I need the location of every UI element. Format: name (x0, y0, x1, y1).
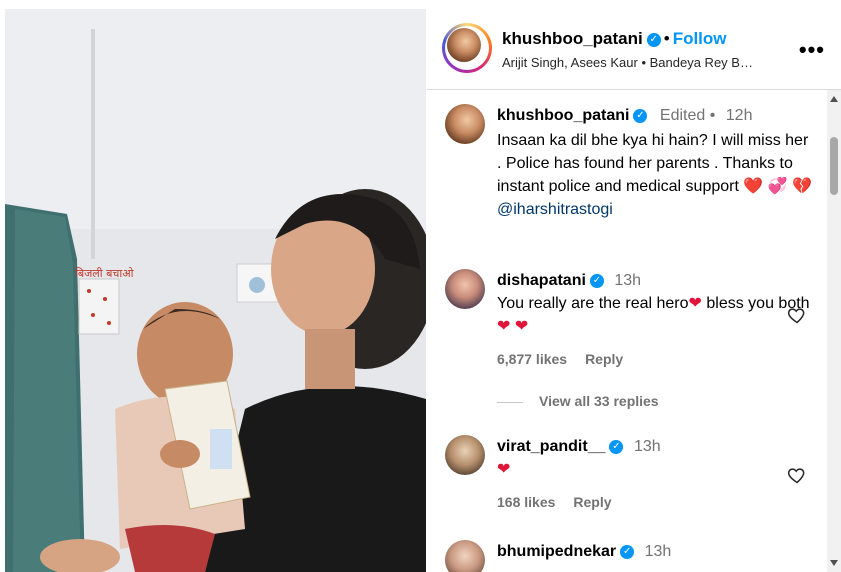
post-header: khushboo_patani ✓ • Follow Arijit Singh, As… (427, 9, 841, 90)
avatar[interactable] (447, 28, 481, 62)
like-heart-icon[interactable] (787, 305, 807, 325)
verified-badge-icon: ✓ (646, 32, 661, 47)
verified-badge-icon: ✓ (589, 273, 604, 288)
reply-button[interactable]: Reply (573, 494, 611, 510)
likes-count[interactable]: 6,877 likes (497, 351, 567, 367)
edited-label: Edited (659, 107, 706, 124)
divider-line (497, 401, 523, 403)
audio-track-link[interactable]: Arijit Singh, Asees Kaur • Bandeya Rey B… (502, 55, 753, 70)
emoji-hearts: ❤ ❤ (497, 318, 529, 335)
like-heart-icon[interactable] (787, 465, 807, 485)
story-ring[interactable] (442, 23, 492, 73)
emoji-hearts: ❤️ 💞 💔 (743, 178, 813, 195)
username-link[interactable]: khushboo_patani (502, 29, 643, 48)
likes-count[interactable]: 168 likes (497, 494, 555, 510)
comment-time[interactable]: 13h (634, 438, 661, 455)
post-media[interactable]: बिजली बचाओ (5, 9, 426, 572)
view-replies-button[interactable]: View all 33 replies (497, 393, 659, 409)
comment-time[interactable]: 13h (614, 272, 641, 289)
header-user-line: khushboo_patani ✓ • Follow (502, 29, 727, 48)
avatar[interactable] (445, 435, 485, 475)
comment-text: ❤ (497, 461, 511, 478)
scroll-down-arrow-icon[interactable] (830, 560, 838, 566)
comment-username[interactable]: bhumipednekar (497, 543, 616, 560)
comment-username[interactable]: khushboo_patani (497, 107, 629, 124)
reply-button[interactable]: Reply (585, 351, 623, 367)
mention-link[interactable]: @iharshitrastogi (497, 198, 815, 221)
comment-time[interactable]: 12h (726, 107, 753, 124)
scrollbar[interactable] (827, 90, 841, 572)
scrollbar-thumb[interactable] (830, 137, 838, 195)
post-sidebar: khushboo_patani ✓ • Follow Arijit Singh, As… (427, 9, 841, 572)
avatar[interactable] (445, 269, 485, 309)
wall-sign-text: बिजली बचाओ (75, 267, 134, 280)
verified-badge-icon: ✓ (620, 544, 635, 559)
avatar[interactable] (445, 104, 485, 144)
avatar[interactable] (445, 540, 485, 572)
comment-username[interactable]: virat_pandit__ (497, 438, 605, 455)
comment-text: You really are the real hero (497, 295, 689, 312)
scroll-up-arrow-icon[interactable] (830, 96, 838, 102)
comment-time[interactable]: 13h (645, 543, 672, 560)
video-frame: बिजली बचाओ (5, 9, 426, 572)
emoji-heart: ❤ (688, 295, 702, 312)
comment-username[interactable]: dishapatani (497, 272, 586, 289)
comments-list[interactable]: khushboo_patani ✓ Edited • 12h Insaan ka … (427, 90, 827, 572)
verified-badge-icon: ✓ (609, 439, 624, 454)
more-options-icon[interactable]: ••• (799, 37, 825, 63)
follow-button[interactable]: Follow (673, 29, 727, 48)
verified-badge-icon: ✓ (633, 108, 648, 123)
